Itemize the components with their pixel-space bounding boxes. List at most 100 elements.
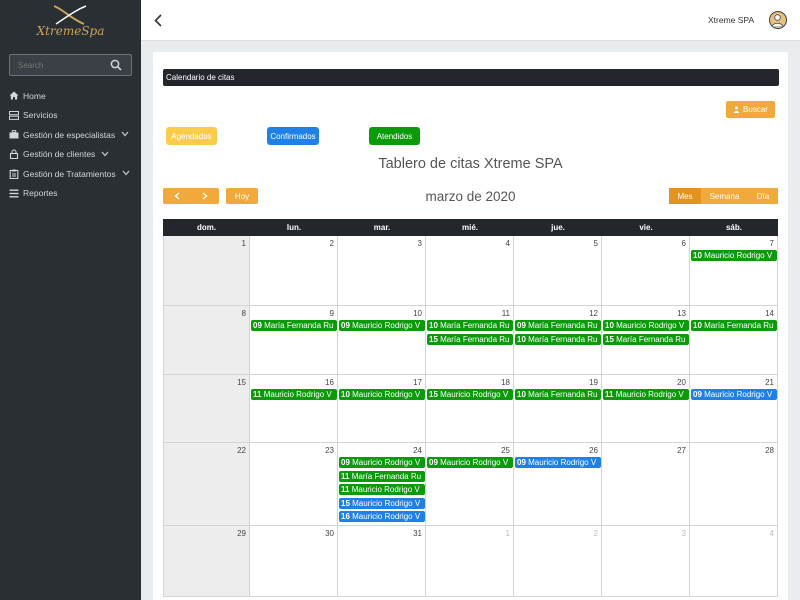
calendar-day-cell[interactable]: 20 11 Mauricio Rodrigo V — [602, 375, 690, 443]
day-number[interactable]: 14 — [765, 309, 774, 318]
calendar-day-cell[interactable]: 2 — [250, 236, 338, 306]
day-number[interactable]: 2 — [330, 239, 334, 248]
calendar-day-cell[interactable]: 16 11 Mauricio Rodrigo V — [250, 375, 338, 443]
appointment-event[interactable]: 10 Mauricio Rodrigo V — [603, 320, 689, 331]
appointment-event[interactable]: 09 Mauricio Rodrigo V — [339, 320, 425, 331]
appointment-event[interactable]: 10 María Fernanda Ru — [515, 333, 601, 345]
day-number[interactable]: 24 — [413, 446, 422, 455]
day-number[interactable]: 17 — [413, 378, 422, 387]
day-number[interactable]: 22 — [237, 446, 246, 455]
calendar-day-cell[interactable]: 2 — [514, 526, 602, 597]
appointment-event[interactable]: 15 María Fernanda Ru — [603, 333, 689, 345]
sidebar-item-home[interactable]: Home — [0, 86, 141, 106]
calendar-day-cell[interactable]: 17 10 Mauricio Rodrigo V — [338, 375, 426, 443]
appointment-event[interactable]: 15 Mauricio Rodrigo V — [427, 389, 513, 400]
appointment-event[interactable]: 11 Mauricio Rodrigo V — [339, 484, 425, 495]
view-week-button[interactable]: Semana — [701, 188, 748, 204]
search-icon[interactable] — [105, 55, 127, 75]
search-input[interactable] — [10, 60, 105, 70]
calendar-day-cell[interactable]: 10 09 Mauricio Rodrigo V — [338, 306, 426, 375]
brand-logo[interactable]: XtremeSpa — [0, 0, 141, 46]
appointment-event[interactable]: 16 Mauricio Rodrigo V — [339, 511, 425, 522]
day-number[interactable]: 25 — [501, 446, 510, 455]
day-number[interactable]: 9 — [330, 309, 334, 318]
appointment-event[interactable]: 10 María Fernanda Ru — [515, 389, 601, 400]
appointment-event[interactable]: 11 Mauricio Rodrigo V — [603, 389, 689, 400]
calendar-day-cell[interactable]: 4 — [426, 236, 514, 306]
day-number[interactable]: 23 — [325, 446, 334, 455]
calendar-day-cell[interactable]: 6 — [602, 236, 690, 306]
calendar-day-cell[interactable]: 30 — [250, 526, 338, 597]
calendar-day-cell[interactable]: 23 — [250, 443, 338, 526]
calendar-day-cell[interactable]: 22 — [163, 443, 250, 526]
appointment-event[interactable]: 09 Mauricio Rodrigo V — [427, 457, 513, 468]
day-number[interactable]: 30 — [325, 529, 334, 538]
appointment-event[interactable]: 09 María Fernanda Ru — [515, 320, 601, 331]
calendar-day-cell[interactable]: 25 09 Mauricio Rodrigo V — [426, 443, 514, 526]
calendar-day-cell[interactable]: 29 — [163, 526, 250, 597]
sidebar-item-gestión-de-especialistas[interactable]: Gestión de especialistas — [0, 125, 141, 145]
day-number[interactable]: 19 — [589, 378, 598, 387]
day-number[interactable]: 12 — [589, 309, 598, 318]
calendar-day-cell[interactable]: 26 09 Mauricio Rodrigo V — [514, 443, 602, 526]
calendar-day-cell[interactable]: 27 — [602, 443, 690, 526]
calendar-day-cell[interactable]: 21 09 Mauricio Rodrigo V — [690, 375, 778, 443]
calendar-day-cell[interactable]: 11 10 María Fernanda Ru 15 María Fernanda … — [426, 306, 514, 375]
day-number[interactable]: 1 — [506, 529, 510, 538]
sidebar-item-servicios[interactable]: Servicios — [0, 106, 141, 126]
day-number[interactable]: 31 — [413, 529, 422, 538]
calendar-day-cell[interactable]: 3 — [338, 236, 426, 306]
calendar-day-cell[interactable]: 13 10 Mauricio Rodrigo V 15 María Fernanda… — [602, 306, 690, 375]
calendar-day-cell[interactable]: 18 15 Mauricio Rodrigo V — [426, 375, 514, 443]
appointment-event[interactable]: 10 Mauricio Rodrigo V — [339, 389, 425, 400]
day-number[interactable]: 4 — [506, 239, 510, 248]
day-number[interactable]: 3 — [682, 529, 686, 538]
day-number[interactable]: 18 — [501, 378, 510, 387]
day-number[interactable]: 3 — [418, 239, 422, 248]
day-number[interactable]: 20 — [677, 378, 686, 387]
calendar-day-cell[interactable]: 19 10 María Fernanda Ru — [514, 375, 602, 443]
calendar-day-cell[interactable]: 12 09 María Fernanda Ru 10 María Fernanda … — [514, 306, 602, 375]
appointment-event[interactable]: 09 María Fernanda Ru — [251, 320, 337, 331]
calendar-day-cell[interactable]: 31 — [338, 526, 426, 597]
day-number[interactable]: 10 — [413, 309, 422, 318]
avatar[interactable] — [769, 11, 787, 29]
day-number[interactable]: 21 — [765, 378, 774, 387]
day-number[interactable]: 26 — [589, 446, 598, 455]
day-number[interactable]: 27 — [677, 446, 686, 455]
appointment-event[interactable]: 09 Mauricio Rodrigo V — [691, 389, 777, 400]
appointment-event[interactable]: 11 María Fernanda Ru — [339, 470, 425, 482]
view-day-button[interactable]: Día — [748, 188, 778, 204]
day-number[interactable]: 11 — [502, 309, 510, 318]
legend-confirmados[interactable]: Confirmados — [267, 127, 319, 145]
sidebar-item-gestión-de-tratamientos[interactable]: Gestión de Tratamientos — [0, 164, 141, 184]
legend-agendados[interactable]: Agendados — [166, 127, 217, 145]
appointment-event[interactable]: 15 María Fernanda Ru — [427, 333, 513, 345]
calendar-day-cell[interactable]: 5 — [514, 236, 602, 306]
appointment-event[interactable]: 10 María Fernanda Ru — [427, 320, 513, 331]
chevron-left-icon[interactable] — [151, 11, 165, 29]
day-number[interactable]: 6 — [682, 239, 686, 248]
appointment-event[interactable]: 11 Mauricio Rodrigo V — [251, 389, 337, 400]
search-appointments-button[interactable]: Buscar — [726, 101, 775, 118]
calendar-day-cell[interactable]: 1 — [426, 526, 514, 597]
day-number[interactable]: 1 — [242, 239, 246, 248]
day-number[interactable]: 28 — [765, 446, 774, 455]
calendar-day-cell[interactable]: 15 — [163, 375, 250, 443]
sidebar-item-reportes[interactable]: Reportes — [0, 184, 141, 204]
day-number[interactable]: 2 — [594, 529, 598, 538]
day-number[interactable]: 8 — [242, 309, 246, 318]
day-number[interactable]: 7 — [770, 239, 774, 248]
calendar-day-cell[interactable]: 8 — [163, 306, 250, 375]
day-number[interactable]: 16 — [325, 378, 334, 387]
day-number[interactable]: 29 — [237, 529, 246, 538]
appointment-event[interactable]: 09 Mauricio Rodrigo V — [515, 457, 601, 468]
legend-atendidos[interactable]: Atendidos — [369, 127, 420, 145]
calendar-day-cell[interactable]: 28 — [690, 443, 778, 526]
day-number[interactable]: 13 — [677, 309, 686, 318]
day-number[interactable]: 4 — [770, 529, 774, 538]
calendar-day-cell[interactable]: 1 — [163, 236, 250, 306]
calendar-day-cell[interactable]: 4 — [690, 526, 778, 597]
day-number[interactable]: 15 — [237, 378, 246, 387]
calendar-day-cell[interactable]: 14 10 María Fernanda Ru — [690, 306, 778, 375]
